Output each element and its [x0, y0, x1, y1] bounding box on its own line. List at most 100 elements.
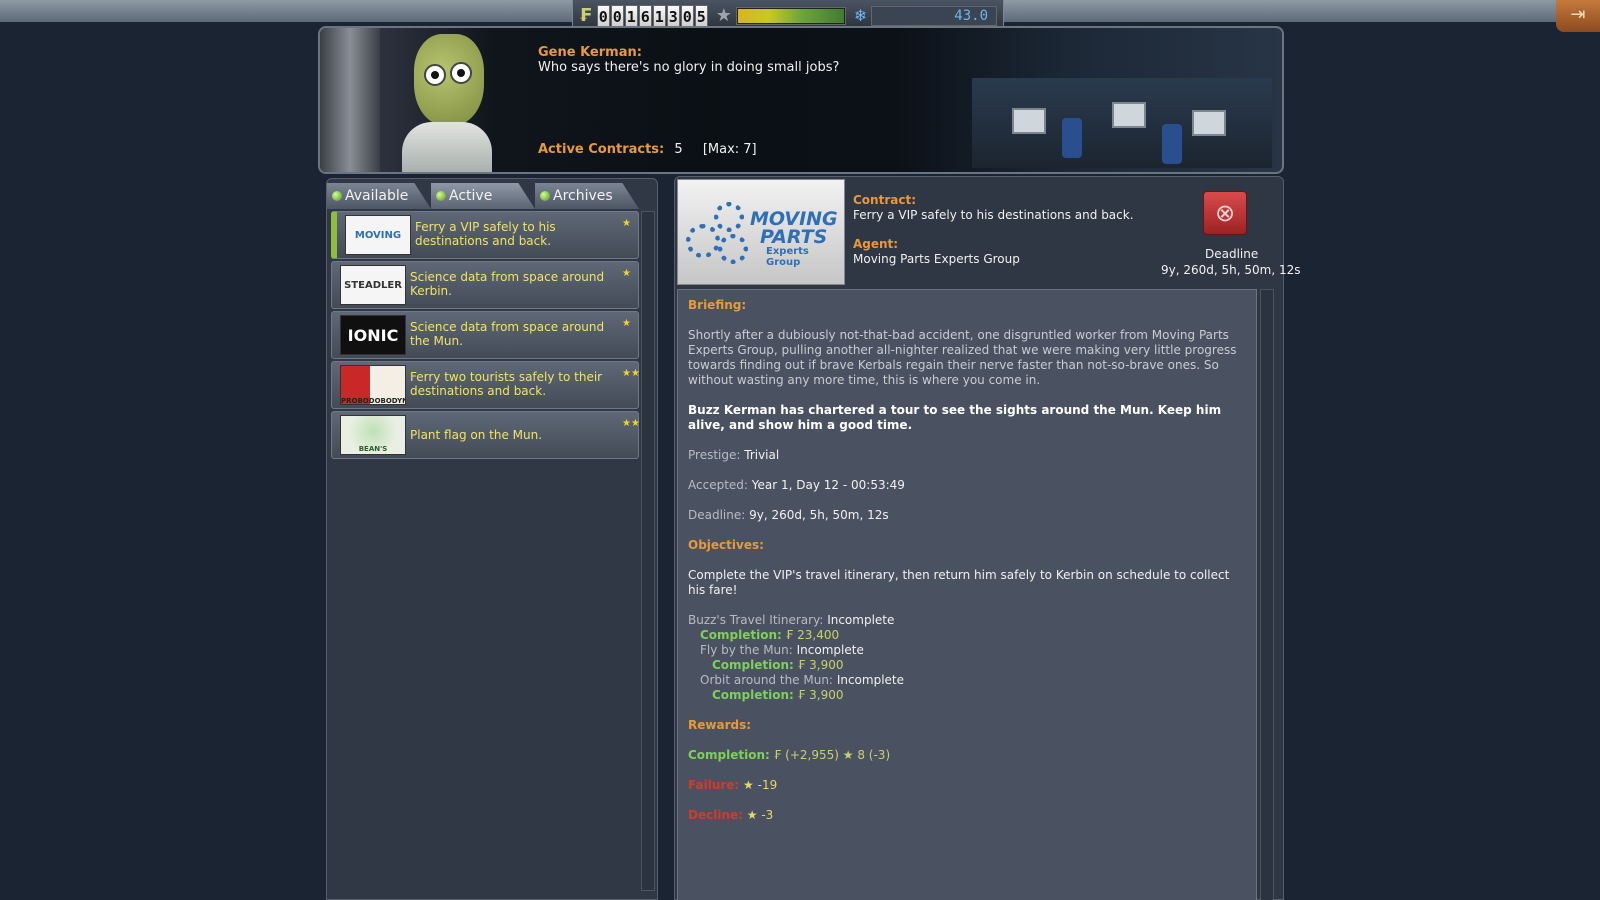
- contract-item[interactable]: PROBODOBODYNE Ferry two tourists safely …: [331, 361, 640, 409]
- deadline-row: Deadline: 9y, 260d, 5h, 50m, 12s: [688, 508, 1246, 523]
- contract-item[interactable]: STEADLER Science data from space around …: [331, 261, 639, 309]
- contract-label: Contract:: [853, 193, 916, 207]
- briefing-heading: Briefing:: [688, 298, 747, 312]
- completion-value: 23,400: [797, 628, 840, 642]
- reward-failure-row: Failure: ★ -19: [688, 778, 1246, 793]
- gear-icon: [718, 234, 748, 264]
- agent-label: Agent:: [853, 237, 899, 251]
- completion-label: Completion:: [712, 658, 794, 672]
- cancel-contract-button[interactable]: ⊗: [1203, 191, 1247, 235]
- chair: [1162, 124, 1182, 164]
- kerbal-eye: [424, 64, 446, 86]
- deadline-value: 9y, 260d, 5h, 50m, 12s: [1161, 263, 1301, 277]
- logo-word-experts: Experts Group: [766, 246, 809, 268]
- prestige-star-icon: ★: [622, 268, 631, 279]
- funds-icon: ₣: [797, 658, 806, 672]
- contract-list-panel: Available Active Archives MOVING PARTS F…: [326, 178, 658, 900]
- contract-list-scrollbar[interactable]: [641, 211, 655, 891]
- monitor: [1012, 108, 1046, 134]
- contract-header: Gene Kerman: Who says there's no glory i…: [318, 26, 1284, 174]
- prestige-star-icon: ★: [622, 318, 631, 329]
- contract-title: Ferry two tourists safely to their desti…: [410, 370, 603, 398]
- agent-value: Moving Parts Experts Group: [853, 252, 1020, 266]
- logo-word-parts: PARTS: [760, 226, 828, 248]
- funds-digit: 0: [596, 4, 610, 27]
- briefing-text: Shortly after a dubiously not-that-bad a…: [688, 328, 1237, 387]
- contract-item[interactable]: BEAN'S CANNERY Plant flag on the Mun. ★★: [331, 411, 640, 459]
- gear-icon: [714, 202, 744, 232]
- tab-active[interactable]: Active: [431, 183, 535, 209]
- active-contracts-value: 5: [674, 142, 683, 157]
- reward-decline-row: Decline: ★ -3: [688, 808, 1246, 823]
- exit-button[interactable]: ⇥: [1556, 0, 1600, 32]
- gear-icon: [686, 224, 720, 258]
- objective-label: Orbit around the Mun:: [700, 673, 833, 687]
- contract-value: Ferry a VIP safely to his destinations a…: [853, 208, 1134, 222]
- active-contracts: Active Contracts: 5 [Max: 7]: [538, 142, 757, 157]
- completion-label: Completion:: [712, 688, 794, 702]
- briefing-summary: Buzz Kerman has chartered a tour to see …: [688, 403, 1222, 432]
- briefing-scrollbar[interactable]: [1260, 289, 1274, 900]
- prestige-row: Prestige: Trivial: [688, 448, 1246, 463]
- objective-label: Fly by the Mun:: [700, 643, 793, 657]
- tab-label: Active: [449, 188, 493, 204]
- reputation-star-icon: ★: [743, 778, 754, 792]
- tab-available[interactable]: Available: [327, 183, 431, 209]
- contract-item[interactable]: IONIC Science data from space around the…: [331, 311, 639, 359]
- objectives-text: Complete the VIP's travel itinerary, the…: [688, 568, 1230, 597]
- tab-indicator-icon: [436, 191, 446, 201]
- funds-icon: ₣: [773, 748, 782, 762]
- funds-icon: ₣: [579, 5, 592, 26]
- contract-list: MOVING PARTS Ferry a VIP safely to his d…: [331, 211, 640, 461]
- objective-row: Orbit around the Mun: Incomplete: [688, 673, 1246, 688]
- tab-indicator-icon: [332, 191, 342, 201]
- reputation-star-icon: ★: [746, 808, 758, 822]
- funds-counter: 0 0 1 6 1 3 0 5: [596, 4, 708, 27]
- funds-digit: 6: [638, 4, 652, 27]
- reward-completion-funds: (+2,955): [785, 748, 839, 762]
- accepted-value: Year 1, Day 12 - 00:53:49: [751, 478, 905, 492]
- prestige-star-icon: ★★: [622, 368, 640, 379]
- max-contracts: [Max: 7]: [702, 142, 757, 157]
- science-value: 43.0: [871, 5, 997, 26]
- office-background: [972, 78, 1272, 168]
- reputation-star-icon: ★: [715, 5, 732, 26]
- completion-label: Completion:: [700, 628, 782, 642]
- objective-completion-row: Completion: ₣ 3,900: [688, 658, 1246, 673]
- prestige-label: Prestige:: [688, 448, 741, 462]
- science-icon: ❄: [853, 6, 868, 25]
- funds-digit: 0: [680, 4, 694, 27]
- reputation-star-icon: ★: [842, 748, 854, 762]
- tab-archives[interactable]: Archives: [535, 183, 639, 209]
- objectives-heading: Objectives:: [688, 538, 764, 552]
- prestige-star-icon: ★★: [622, 418, 640, 429]
- objective-row: Buzz's Travel Itinerary: Incomplete: [688, 613, 1246, 628]
- tab-label: Archives: [553, 188, 613, 204]
- funds-digit: 1: [624, 4, 638, 27]
- deadline-label: Deadline:: [688, 508, 746, 522]
- objective-completion-row: Completion: ₣ 3,900: [688, 688, 1246, 703]
- kerbal-eye: [450, 62, 472, 84]
- contract-tabs: Available Active Archives: [327, 183, 659, 209]
- rewards-heading: Rewards:: [688, 718, 752, 732]
- accepted-label: Accepted:: [688, 478, 748, 492]
- objective-row: Fly by the Mun: Incomplete: [688, 643, 1246, 658]
- tab-indicator-icon: [540, 191, 550, 201]
- contract-item[interactable]: MOVING PARTS Ferry a VIP safely to his d…: [331, 211, 639, 259]
- funds-digit: 1: [652, 4, 666, 27]
- funds-digit: 3: [666, 4, 680, 27]
- active-contracts-label: Active Contracts:: [538, 142, 665, 157]
- monitor: [1192, 110, 1226, 136]
- objective-status: Incomplete: [827, 613, 895, 627]
- objective-label: Buzz's Travel Itinerary:: [688, 613, 824, 627]
- contract-title: Science data from space around the Mun.: [410, 320, 605, 348]
- funds-digit: 0: [610, 4, 624, 27]
- contract-title: Ferry a VIP safely to his destinations a…: [415, 220, 556, 248]
- speaker-quote: Who says there's no glory in doing small…: [538, 60, 840, 75]
- agency-logo: IONIC: [340, 315, 406, 355]
- kerbal-head: [414, 34, 484, 126]
- kerbal-avatar: [400, 32, 510, 172]
- completion-value: 3,900: [809, 658, 844, 672]
- accepted-row: Accepted: Year 1, Day 12 - 00:53:49: [688, 478, 1246, 493]
- agent-logo: MOVING PARTS Experts Group: [677, 179, 845, 285]
